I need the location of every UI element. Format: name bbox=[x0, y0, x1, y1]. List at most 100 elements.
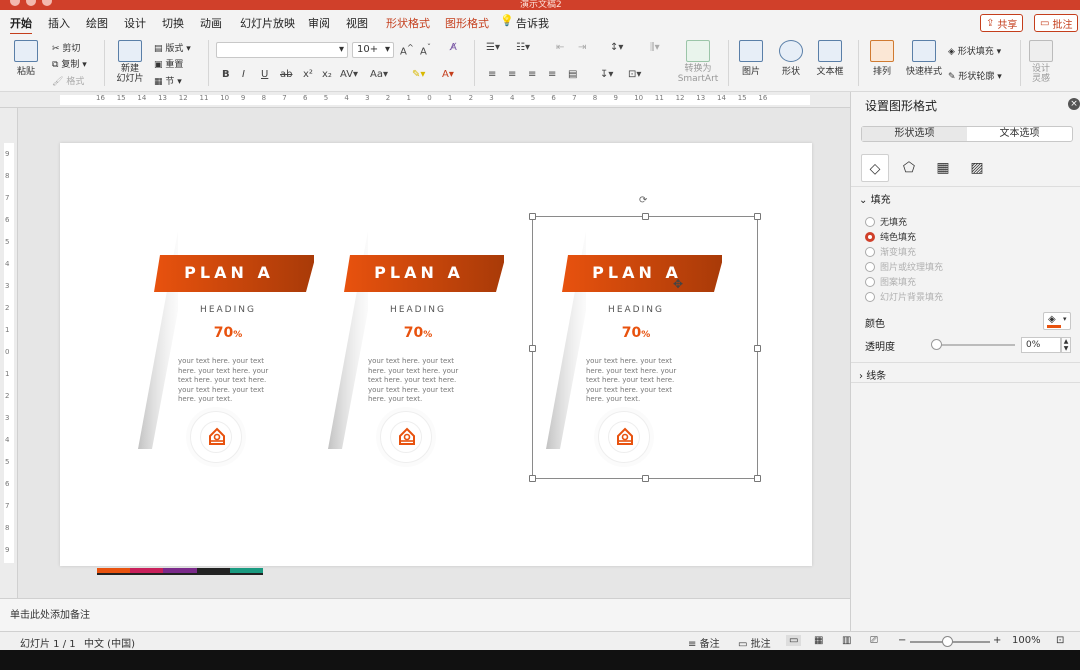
zoom-level[interactable]: 100% bbox=[1012, 635, 1041, 646]
resize-handle-b[interactable] bbox=[642, 475, 649, 482]
layout-button[interactable]: ▤ 版式 ▾ bbox=[154, 41, 191, 54]
tab-slideshow[interactable]: 幻灯片放映 bbox=[240, 15, 295, 31]
italic-icon[interactable]: I bbox=[242, 69, 245, 80]
tab-insert[interactable]: 插入 bbox=[48, 15, 70, 31]
justify-icon[interactable]: ≡ bbox=[548, 69, 556, 80]
tell-me[interactable]: 告诉我 bbox=[516, 15, 549, 31]
notes-button[interactable]: ≡ 备注 bbox=[688, 635, 720, 650]
resize-handle-l[interactable] bbox=[529, 345, 536, 352]
window-controls[interactable] bbox=[10, 0, 52, 6]
tab-review[interactable]: 审阅 bbox=[308, 15, 330, 31]
comments-status-button[interactable]: ▭ 批注 bbox=[738, 635, 771, 650]
rotate-handle-icon[interactable]: ⟳ bbox=[639, 195, 647, 206]
zoom-slider[interactable] bbox=[942, 636, 953, 647]
slide-sorter-icon[interactable]: ▦ bbox=[814, 635, 823, 646]
pentagon-effects-icon[interactable]: ⬠ bbox=[895, 154, 923, 182]
tab-transitions[interactable]: 切换 bbox=[162, 15, 184, 31]
text-direction-icon[interactable]: ↧▾ bbox=[600, 69, 613, 80]
transparency-stepper[interactable]: ▲ ▼ bbox=[1061, 337, 1071, 353]
fill-option-radio[interactable]: 图片或纹理填充 bbox=[865, 260, 943, 273]
insert-textbox-button[interactable]: 文本框 bbox=[812, 40, 848, 77]
change-case-icon[interactable]: Aa▾ bbox=[370, 69, 388, 80]
selection-box[interactable]: ⟳ ✥ bbox=[529, 195, 761, 482]
picture-icon[interactable]: ▨ bbox=[963, 154, 991, 182]
shape-fill-button[interactable]: ◈ 形状填充 ▾ bbox=[948, 44, 1001, 57]
tab-text-options[interactable]: 文本选项 bbox=[967, 127, 1072, 141]
tab-view[interactable]: 视图 bbox=[346, 15, 368, 31]
zoom-in-icon[interactable]: + bbox=[993, 635, 1001, 646]
increase-font-icon[interactable]: A^ bbox=[400, 42, 414, 57]
plan-card[interactable]: PLAN A HEADING 70% your text here. your … bbox=[328, 143, 528, 566]
tab-shape-options[interactable]: 形状选项 bbox=[862, 127, 967, 141]
format-painter-button[interactable]: 🖌 格式 bbox=[52, 74, 84, 87]
insert-shape-button[interactable]: 形状 bbox=[774, 40, 808, 77]
tab-home[interactable]: 开始 bbox=[10, 15, 32, 35]
slide-canvas[interactable]: PLAN A HEADING 70% your text here. your … bbox=[18, 108, 850, 598]
tab-shape-format[interactable]: 形状格式 bbox=[386, 15, 430, 31]
resize-handle-br[interactable] bbox=[754, 475, 761, 482]
copy-button[interactable]: ⧉ 复制 ▾ bbox=[52, 57, 87, 70]
transparency-slider[interactable] bbox=[931, 339, 942, 350]
tab-graphic-format[interactable]: 图形格式 bbox=[445, 15, 489, 31]
insert-picture-button[interactable]: 图片 bbox=[734, 40, 768, 77]
font-name-select[interactable]: ▾ bbox=[216, 42, 348, 58]
reading-view-icon[interactable]: ▥ bbox=[842, 635, 851, 646]
highlight-icon[interactable]: ✎▾ bbox=[412, 69, 425, 80]
horizontal-ruler[interactable]: 16 15 14 13 12 11 10 9 8 7 6 5 4 3 2 1 0 1 2 3 4 5 6 7 8 9 10 11 12 1… bbox=[0, 92, 850, 108]
decrease-font-icon[interactable]: Aˇ bbox=[420, 42, 431, 57]
fill-option-radio[interactable]: 幻灯片背景填充 bbox=[865, 290, 943, 303]
resize-handle-r[interactable] bbox=[754, 345, 761, 352]
numbering-icon[interactable]: ☷▾ bbox=[516, 42, 530, 53]
shape-outline-button[interactable]: ✎ 形状轮廓 ▾ bbox=[948, 69, 1002, 82]
cut-button[interactable]: ✂ 剪切 bbox=[52, 41, 80, 54]
fill-line-icon[interactable]: ◇ bbox=[861, 154, 889, 182]
resize-handle-t[interactable] bbox=[642, 213, 649, 220]
align-left-icon[interactable]: ≡ bbox=[488, 69, 496, 80]
new-slide-button[interactable]: 新建 幻灯片 bbox=[112, 40, 148, 84]
language-indicator[interactable]: 中文 (中国) bbox=[84, 635, 135, 650]
bold-icon[interactable]: B bbox=[222, 69, 230, 80]
size-properties-icon[interactable]: ▦ bbox=[929, 154, 957, 182]
resize-handle-tr[interactable] bbox=[754, 213, 761, 220]
fill-section-header[interactable]: ⌄ 填充 bbox=[859, 191, 891, 206]
line-spacing-icon[interactable]: ↕▾ bbox=[610, 42, 623, 53]
char-spacing-icon[interactable]: AV▾ bbox=[340, 69, 358, 80]
vertical-ruler[interactable]: 9 8 7 6 5 4 3 2 1 0 1 2 3 4 5 6 7 8 9 bbox=[0, 108, 18, 598]
columns-icon[interactable]: ⫼▾ bbox=[650, 42, 660, 53]
resize-handle-tl[interactable] bbox=[529, 213, 536, 220]
convert-smartart-button[interactable]: 转换为 SmartArt bbox=[676, 40, 720, 84]
design-ideas-button[interactable]: 设计 灵感 bbox=[1026, 40, 1056, 84]
comments-button[interactable]: ▭ 批注 bbox=[1034, 14, 1079, 32]
section-button[interactable]: ▦ 节 ▾ bbox=[154, 74, 182, 87]
fill-option-radio[interactable]: 无填充 bbox=[865, 215, 907, 228]
transparency-input[interactable]: 0% bbox=[1021, 337, 1061, 353]
clear-format-icon[interactable]: A̸ bbox=[450, 42, 457, 53]
fill-color-button[interactable]: ◈ ▾ bbox=[1043, 312, 1071, 330]
plan-card[interactable]: PLAN A HEADING 70% your text here. your … bbox=[138, 143, 338, 566]
quick-styles-button[interactable]: 快速样式 bbox=[904, 40, 944, 77]
fill-option-radio[interactable]: 渐变填充 bbox=[865, 245, 916, 258]
bullets-icon[interactable]: ☰▾ bbox=[486, 42, 500, 53]
font-color-icon[interactable]: A▾ bbox=[442, 69, 454, 80]
fill-option-radio[interactable]: 纯色填充 bbox=[865, 230, 916, 243]
distributed-icon[interactable]: ▤ bbox=[568, 69, 577, 80]
align-right-icon[interactable]: ≡ bbox=[528, 69, 536, 80]
tab-draw[interactable]: 绘图 bbox=[86, 15, 108, 31]
paste-button[interactable]: 粘贴 bbox=[12, 40, 40, 77]
zoom-out-icon[interactable]: − bbox=[898, 635, 906, 646]
fit-to-window-icon[interactable]: ⊡ bbox=[1056, 635, 1064, 646]
font-size-select[interactable]: 10+ ▾ bbox=[352, 42, 394, 58]
resize-handle-bl[interactable] bbox=[529, 475, 536, 482]
fill-option-radio[interactable]: 图案填充 bbox=[865, 275, 916, 288]
align-text-icon[interactable]: ⊡▾ bbox=[628, 69, 641, 80]
tab-animations[interactable]: 动画 bbox=[200, 15, 222, 31]
arrange-button[interactable]: 排列 bbox=[864, 40, 900, 77]
increase-indent-icon[interactable]: ⇥ bbox=[578, 42, 586, 53]
underline-icon[interactable]: U bbox=[261, 69, 268, 80]
normal-view-icon[interactable]: ▭ bbox=[786, 635, 802, 646]
subscript-icon[interactable]: x₂ bbox=[322, 69, 332, 80]
align-center-icon[interactable]: ≡ bbox=[508, 69, 516, 80]
notes-pane[interactable]: 单击此处添加备注 bbox=[0, 598, 850, 631]
slideshow-icon[interactable]: ⎚ bbox=[870, 635, 878, 646]
superscript-icon[interactable]: x² bbox=[303, 69, 313, 80]
